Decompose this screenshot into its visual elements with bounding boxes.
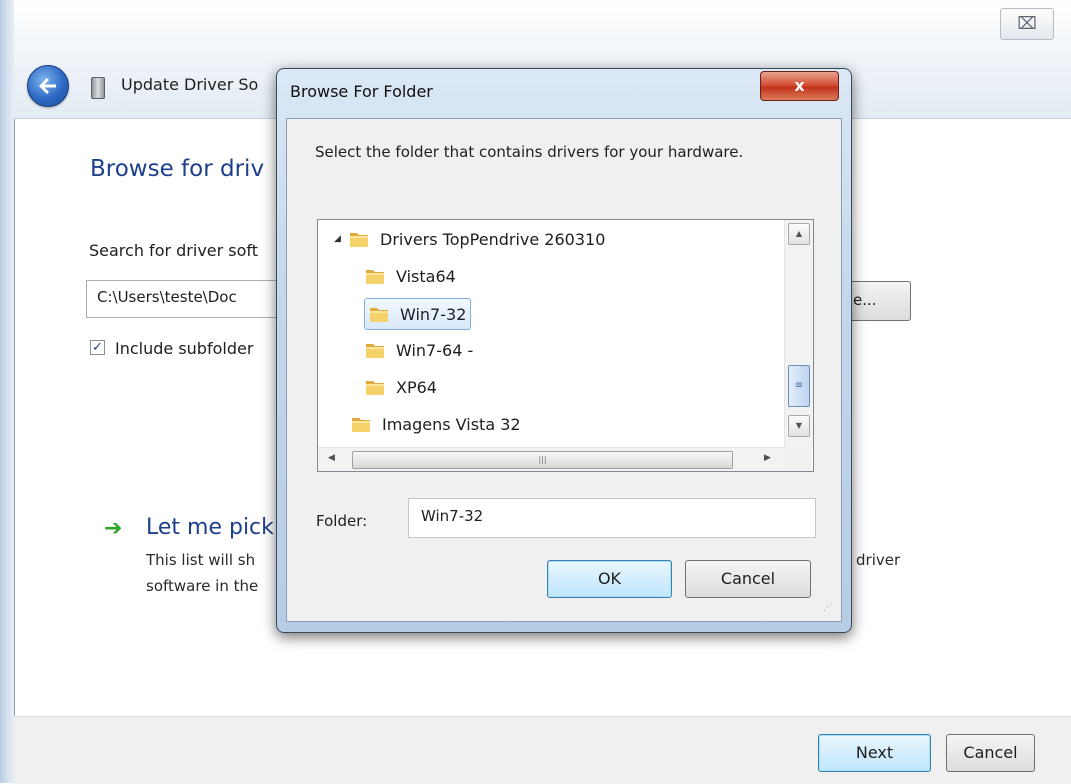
expand-triangle-icon[interactable]: ◢ [334, 234, 348, 244]
horizontal-scrollbar[interactable]: ◀ ||| ▶ [318, 447, 784, 471]
dialog-instruction: Select the folder that contains drivers … [315, 143, 744, 161]
folder-icon [364, 339, 386, 361]
include-subfolders-checkbox[interactable]: ✓ [90, 340, 105, 355]
scroll-left-button[interactable]: ◀ [328, 453, 335, 463]
wizard-window-edge [0, 0, 15, 783]
folder-input[interactable]: Win7-32 [408, 498, 816, 538]
tree-item[interactable]: Imagens Vista 32 [350, 409, 521, 439]
green-arrow-icon: ➔ [104, 516, 123, 541]
scroll-right-button[interactable]: ▶ [764, 453, 771, 463]
tree-item[interactable]: ◢ Drivers TopPendrive 260310 [334, 224, 605, 254]
scrollbar-corner [784, 447, 812, 471]
dialog-title: Browse For Folder [290, 82, 433, 101]
next-button[interactable]: Next [818, 734, 931, 772]
pick-description-tail: driver [856, 551, 901, 569]
tree-item[interactable]: Win7-64 - [364, 335, 473, 365]
close-icon: ⌧ [1017, 14, 1037, 34]
pick-description-line1: This list will sh [146, 551, 256, 569]
tree-item-label: Drivers TopPendrive 260310 [380, 229, 606, 249]
pick-from-list-link[interactable]: Let me pick [146, 515, 274, 540]
vertical-scrollbar[interactable]: ▲ ≡ ▼ [784, 220, 813, 447]
ok-button[interactable]: OK [547, 560, 672, 598]
device-icon [91, 77, 105, 99]
folder-icon [350, 413, 372, 435]
tree-item-label: Imagens Vista 32 [382, 414, 521, 434]
include-subfolders-label: Include subfolder [115, 339, 254, 358]
scroll-down-button[interactable]: ▼ [788, 415, 810, 437]
tree-item[interactable]: Win7-32 [364, 298, 472, 330]
wizard-cancel-button[interactable]: Cancel [946, 734, 1035, 772]
back-arrow-icon [39, 78, 56, 94]
folder-icon [368, 303, 390, 325]
dialog-body: Select the folder that contains drivers … [286, 118, 842, 622]
scroll-up-button[interactable]: ▲ [788, 223, 810, 245]
folder-tree[interactable]: ◢ Drivers TopPendrive 260310 Vista64 Win7-3… [317, 219, 814, 472]
wizard-title: Update Driver So [121, 75, 259, 94]
wizard-close-button[interactable]: ⌧ [1000, 8, 1054, 40]
driver-path-input[interactable]: C:\Users\teste\Doc [86, 280, 286, 318]
tree-item-label: Vista64 [396, 266, 456, 286]
page-heading: Browse for driv [90, 156, 265, 182]
browse-for-folder-dialog: Browse For Folder x Select the folder th… [276, 68, 852, 633]
scroll-thumb[interactable]: ≡ [788, 365, 810, 407]
resize-grip-icon[interactable]: ⋰ [823, 603, 832, 613]
dialog-close-button[interactable]: x [760, 71, 839, 101]
tree-item-label: Win7-64 - [396, 340, 474, 360]
tree-item-label: Win7-32 [400, 304, 467, 324]
back-button[interactable] [27, 65, 69, 107]
dialog-cancel-button[interactable]: Cancel [685, 560, 811, 598]
pick-description-line2: software in the [146, 577, 259, 595]
folder-icon [348, 228, 370, 250]
close-icon: x [794, 76, 805, 95]
horizontal-scroll-thumb[interactable]: ||| [352, 451, 733, 469]
tree-item[interactable]: Vista64 [364, 261, 456, 291]
tree-item[interactable]: XP64 [364, 372, 437, 402]
checkmark-icon: ✓ [92, 340, 103, 355]
tree-item-label: XP64 [396, 377, 437, 397]
folder-label: Folder: [316, 512, 368, 530]
folder-icon [364, 376, 386, 398]
folder-icon [364, 265, 386, 287]
search-label: Search for driver soft [89, 241, 259, 260]
